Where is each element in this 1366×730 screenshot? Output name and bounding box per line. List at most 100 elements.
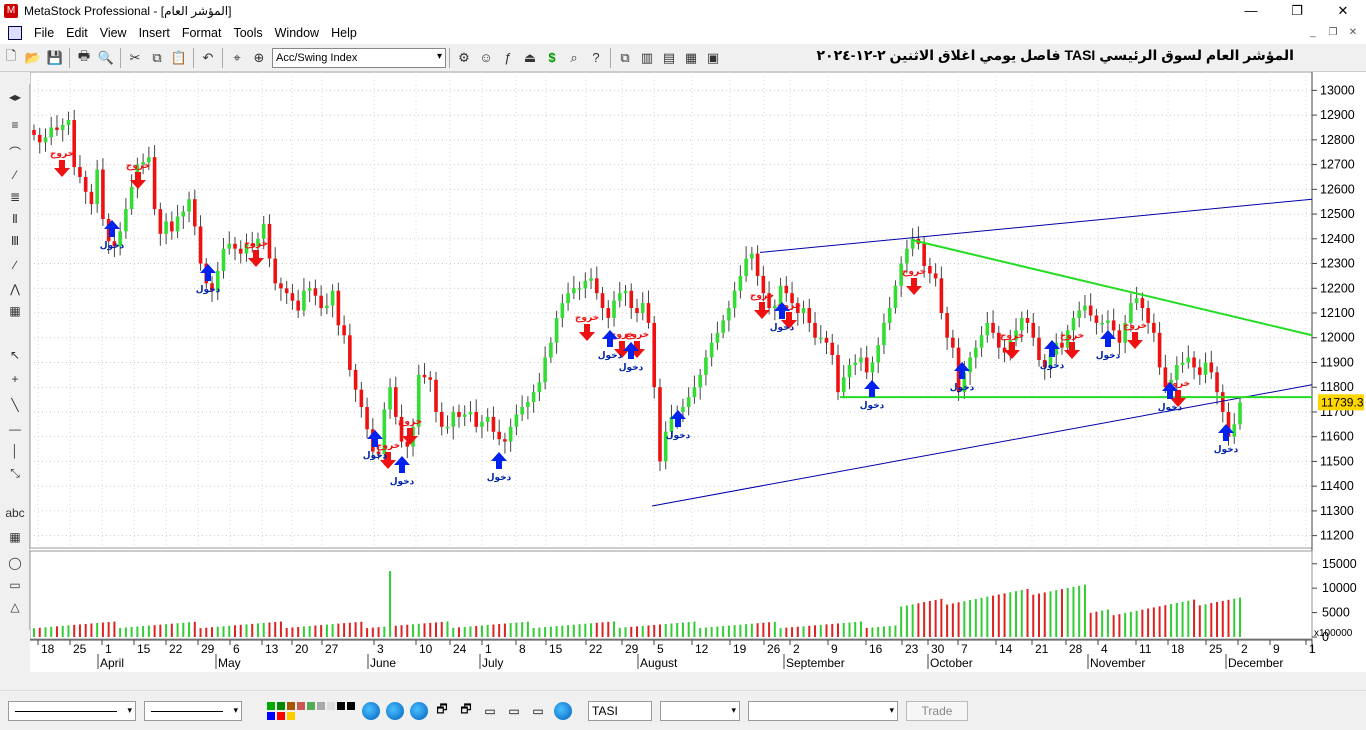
volume-bar	[699, 627, 702, 637]
drawing-tool-20-icon[interactable]: △	[4, 598, 26, 616]
chart-window-icon[interactable]: 🗗	[456, 701, 476, 721]
volume-bar	[153, 625, 156, 637]
line-weight-select[interactable]: ▾	[144, 700, 242, 721]
system-tester-icon[interactable]: ⏏	[519, 47, 541, 69]
copy-icon[interactable]: ⧉	[146, 47, 168, 69]
drawing-tool-1-icon[interactable]: ≡	[4, 116, 26, 134]
drawing-tool-12-icon[interactable]: ╲	[4, 396, 26, 414]
drawing-tool-14-icon[interactable]: │	[4, 442, 26, 460]
mdi-minimize-button[interactable]: _	[1304, 25, 1322, 41]
entry-label: دخول	[619, 362, 644, 373]
candle	[692, 387, 697, 398]
security-select[interactable]: ▾	[748, 700, 898, 721]
arrange-icon[interactable]: ▣	[702, 47, 724, 69]
browser-icon[interactable]	[554, 701, 572, 720]
drawing-tool-13-icon[interactable]: —	[4, 420, 26, 438]
volume-bar	[1187, 600, 1190, 637]
menu-edit[interactable]: Edit	[60, 22, 94, 44]
binoculars-icon[interactable]: ⌕	[563, 47, 585, 69]
drawing-tool-11-icon[interactable]: +	[4, 370, 26, 388]
help-pointer-icon[interactable]: ?	[585, 47, 607, 69]
layout-icon[interactable]: ▭	[528, 701, 548, 721]
close-button[interactable]: ✕	[1320, 0, 1366, 22]
drawing-tool-0-icon[interactable]: ◂▸	[4, 88, 26, 106]
explorer-icon[interactable]: ⚙	[453, 47, 475, 69]
dollar-icon[interactable]: $	[541, 47, 563, 69]
line-style-select[interactable]: ▾	[8, 700, 136, 721]
drawing-tool-10-icon[interactable]: ↖	[4, 346, 26, 364]
symbol-field[interactable]: TASI	[588, 700, 652, 721]
drawing-tool-3-icon[interactable]: ⁄	[4, 166, 26, 184]
browser-icon[interactable]	[362, 701, 380, 720]
print-icon[interactable]: 🖶	[73, 47, 95, 69]
volume-bar	[567, 625, 570, 637]
drawing-tool-2-icon[interactable]: ⌒	[4, 144, 26, 162]
document-icon[interactable]	[8, 26, 22, 40]
volume-bar	[808, 625, 811, 637]
volume-bar	[1038, 593, 1040, 637]
month-label: April	[100, 656, 124, 670]
drawing-tool-16-icon[interactable]: abc	[4, 504, 26, 522]
layout-icon[interactable]: ▭	[480, 701, 500, 721]
menu-insert[interactable]: Insert	[133, 22, 176, 44]
undo-icon[interactable]: ↶	[197, 47, 219, 69]
browser-icon[interactable]	[410, 701, 428, 720]
restore-button[interactable]: ❐	[1274, 0, 1320, 22]
trade-button[interactable]: Trade	[906, 700, 968, 721]
mdi-close-button[interactable]: ✕	[1344, 25, 1362, 41]
drawing-tool-9-icon[interactable]: ▦	[4, 302, 26, 320]
drawing-tool-7-icon[interactable]: ∕	[4, 256, 26, 274]
open-icon[interactable]: 📂	[22, 47, 44, 69]
color-palette[interactable]	[266, 701, 356, 721]
volume-bar	[894, 625, 897, 637]
menu-help[interactable]: Help	[325, 22, 363, 44]
new-icon[interactable]: 🗋	[0, 47, 22, 69]
chart-area[interactable]: 13000 12900 12800 12700 12600 12500 12400 12300…	[29, 71, 1366, 688]
menu-tools[interactable]: Tools	[227, 22, 268, 44]
cut-icon[interactable]: ✂	[124, 47, 146, 69]
cascade-icon[interactable]: ⧉	[614, 47, 636, 69]
volume-bar	[515, 622, 518, 637]
drawing-tool-4-icon[interactable]: ≣	[4, 188, 26, 206]
candle	[238, 248, 243, 254]
save-icon[interactable]: 💾	[44, 47, 66, 69]
volume-bar	[492, 624, 495, 637]
tile-vertical-icon[interactable]: ▥	[636, 47, 658, 69]
candle	[882, 322, 886, 346]
menu-window[interactable]: Window	[269, 22, 325, 44]
menu-file[interactable]: File	[28, 22, 60, 44]
zoom-icon[interactable]: ⊕	[248, 47, 270, 69]
layout-icon[interactable]: ▭	[504, 701, 524, 721]
tile-grid-icon[interactable]: ▦	[680, 47, 702, 69]
indicator-select[interactable]: Acc/Swing Index ▾	[272, 47, 446, 68]
mdi-restore-button[interactable]: ❐	[1324, 25, 1342, 41]
volume-bar	[681, 622, 684, 637]
drawing-tool-6-icon[interactable]: Ⅲ	[4, 232, 26, 250]
volume-bar	[538, 627, 541, 637]
print-preview-icon[interactable]: 🔍	[95, 47, 117, 69]
drawing-tool-8-icon[interactable]: ⋀	[4, 280, 26, 298]
x-tick-label: 25	[1209, 642, 1223, 656]
crosshair-icon[interactable]: ⌖	[226, 47, 248, 69]
candle	[928, 266, 932, 274]
browser-icon[interactable]	[386, 701, 404, 720]
chart-window-icon[interactable]: 🗗	[432, 701, 452, 721]
drawing-tool-15-icon[interactable]: ⤡	[4, 464, 26, 482]
x-tick-label: 9	[831, 642, 838, 656]
drawing-tool-19-icon[interactable]: ▭	[4, 576, 26, 594]
drawing-tool-18-icon[interactable]: ◯	[4, 554, 26, 572]
menu-view[interactable]: View	[94, 22, 133, 44]
x-tick-label: 15	[137, 642, 151, 656]
paste-icon[interactable]: 📋	[168, 47, 190, 69]
formula-icon[interactable]: ƒ	[497, 47, 519, 69]
volume-bar	[802, 626, 805, 637]
chart-svg[interactable]: 13000 12900 12800 12700 12600 12500 12400 12300…	[29, 71, 1366, 688]
drawing-tool-17-icon[interactable]: ▦	[4, 528, 26, 546]
tile-horizontal-icon[interactable]: ▤	[658, 47, 680, 69]
volume-bar	[733, 625, 736, 637]
menu-format[interactable]: Format	[176, 22, 228, 44]
expert-advisor-icon[interactable]: ☺	[475, 47, 497, 69]
periodicity-select[interactable]: ▾	[660, 700, 740, 721]
minimize-button[interactable]: —	[1228, 0, 1274, 22]
drawing-tool-5-icon[interactable]: Ⅱ	[4, 210, 26, 228]
